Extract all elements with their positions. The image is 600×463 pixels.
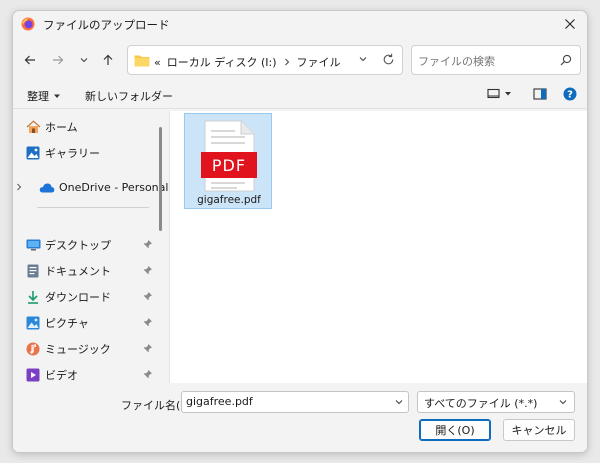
help-icon: ?	[563, 87, 577, 101]
view-options-button[interactable]	[487, 87, 513, 104]
document-icon	[25, 263, 41, 279]
help-button[interactable]: ?	[563, 87, 577, 104]
main-area: ホーム ギャラリー OneDrive - Personal デスクトップ ドキュ…	[13, 111, 587, 383]
sidebar-item-gallery[interactable]: ギャラリー	[25, 141, 155, 165]
cancel-button[interactable]: キャンセル	[503, 419, 575, 441]
scrollbar-thumb[interactable]	[159, 127, 162, 231]
sidebar-item-music[interactable]: ミュージック	[25, 337, 155, 361]
caret-down-icon	[54, 94, 60, 98]
svg-text:?: ?	[567, 90, 573, 101]
breadcrumb: « ローカル ディスク (I:) ファイル	[154, 54, 341, 70]
organize-label: 整理	[27, 90, 49, 103]
sidebar-scrollbar[interactable]	[159, 113, 163, 383]
breadcrumb-overflow[interactable]: «	[154, 56, 161, 69]
sidebar-item-home[interactable]: ホーム	[25, 115, 155, 139]
folder-icon	[134, 55, 150, 67]
filetype-value: すべてのファイル (*.*)	[424, 397, 538, 410]
sidebar-item-pictures[interactable]: ピクチャ	[25, 311, 155, 335]
preview-pane-icon	[533, 88, 547, 100]
sidebar-item-downloads[interactable]: ダウンロード	[25, 285, 155, 309]
filetype-select[interactable]: すべてのファイル (*.*)	[417, 391, 575, 413]
sidebar-item-desktop[interactable]: デスクトップ	[25, 233, 155, 257]
up-button[interactable]	[99, 51, 117, 69]
video-icon	[25, 367, 41, 383]
breadcrumb-folder[interactable]: ファイル	[297, 54, 341, 70]
sidebar-item-label: ビデオ	[45, 369, 78, 382]
new-folder-label: 新しいフォルダー	[85, 90, 173, 103]
recent-locations-button[interactable]	[75, 51, 93, 69]
arrow-right-icon	[53, 55, 64, 65]
command-bar: 整理 新しいフォルダー ?	[13, 81, 587, 109]
arrow-up-icon	[103, 54, 113, 65]
gallery-icon	[25, 145, 41, 161]
arrow-left-icon	[24, 55, 35, 65]
sidebar-item-label: ホーム	[45, 121, 78, 134]
music-icon	[25, 341, 41, 357]
sidebar-item-documents[interactable]: ドキュメント	[25, 259, 155, 283]
firefox-icon	[21, 17, 35, 31]
pin-icon[interactable]	[143, 265, 153, 275]
sidebar-item-onedrive[interactable]: OneDrive - Personal	[39, 175, 169, 199]
home-icon	[25, 119, 41, 135]
sidebar-item-label: デスクトップ	[45, 239, 111, 252]
refresh-icon[interactable]	[382, 53, 395, 66]
pin-icon[interactable]	[143, 239, 153, 249]
sidebar-item-label: OneDrive - Personal	[59, 180, 169, 194]
filename-combobox[interactable]: gigafree.pdf	[181, 391, 409, 413]
expand-chevron-icon[interactable]	[15, 183, 23, 191]
filename-input[interactable]: gigafree.pdf	[186, 395, 253, 408]
preview-pane-button[interactable]	[533, 87, 547, 104]
window-title: ファイルのアップロード	[43, 18, 170, 32]
pin-icon[interactable]	[143, 317, 153, 327]
view-icon	[487, 88, 511, 99]
file-upload-dialog: ファイルのアップロード « ローカル ディスク (I:) ファイル ファイルの検…	[12, 10, 588, 453]
download-icon	[25, 289, 41, 305]
navigation-pane: ホーム ギャラリー OneDrive - Personal デスクトップ ドキュ…	[13, 111, 168, 383]
chevron-down-icon	[80, 58, 88, 63]
forward-button[interactable]	[49, 51, 67, 69]
dialog-footer: ファイル名(N): gigafree.pdf すべてのファイル (*.*) 開く…	[13, 383, 587, 452]
navigation-bar: « ローカル ディスク (I:) ファイル	[13, 43, 587, 77]
pin-icon[interactable]	[143, 343, 153, 353]
new-folder-button[interactable]: 新しいフォルダー	[85, 88, 173, 104]
sidebar-item-label: ドキュメント	[45, 265, 111, 278]
search-box[interactable]	[411, 45, 581, 75]
pin-icon[interactable]	[143, 291, 153, 301]
breadcrumb-drive[interactable]: ローカル ディスク (I:)	[167, 54, 277, 70]
pictures-icon	[25, 315, 41, 331]
open-button[interactable]: 開く(O)	[419, 419, 491, 441]
cloud-icon	[39, 179, 55, 195]
sidebar-item-label: ミュージック	[45, 343, 111, 356]
address-bar[interactable]: « ローカル ディスク (I:) ファイル	[127, 45, 403, 75]
pdf-file-icon: PDF	[201, 120, 257, 192]
search-icon	[560, 54, 572, 66]
sidebar-item-label: ダウンロード	[45, 291, 111, 304]
sidebar-item-label: ギャラリー	[45, 147, 100, 160]
chevron-down-icon[interactable]	[394, 397, 404, 407]
back-button[interactable]	[21, 51, 39, 69]
pin-icon[interactable]	[143, 369, 153, 379]
desktop-icon	[25, 237, 41, 253]
pdf-badge: PDF	[212, 156, 246, 175]
file-name: gigafree.pdf	[197, 194, 261, 206]
chevron-down-icon	[559, 400, 567, 405]
title-bar: ファイルのアップロード	[13, 11, 587, 37]
sidebar-separator	[37, 207, 149, 208]
close-icon	[565, 19, 575, 29]
file-list[interactable]: PDF gigafree.pdf	[169, 111, 587, 383]
close-button[interactable]	[557, 12, 583, 36]
chevron-right-icon	[284, 58, 289, 66]
file-item-gigafree-pdf[interactable]: PDF gigafree.pdf	[184, 113, 272, 209]
sidebar-item-label: ピクチャ	[45, 317, 89, 330]
organize-menu-button[interactable]: 整理	[27, 88, 61, 104]
search-input[interactable]	[418, 53, 554, 69]
address-history-chevron-icon[interactable]	[358, 54, 368, 64]
